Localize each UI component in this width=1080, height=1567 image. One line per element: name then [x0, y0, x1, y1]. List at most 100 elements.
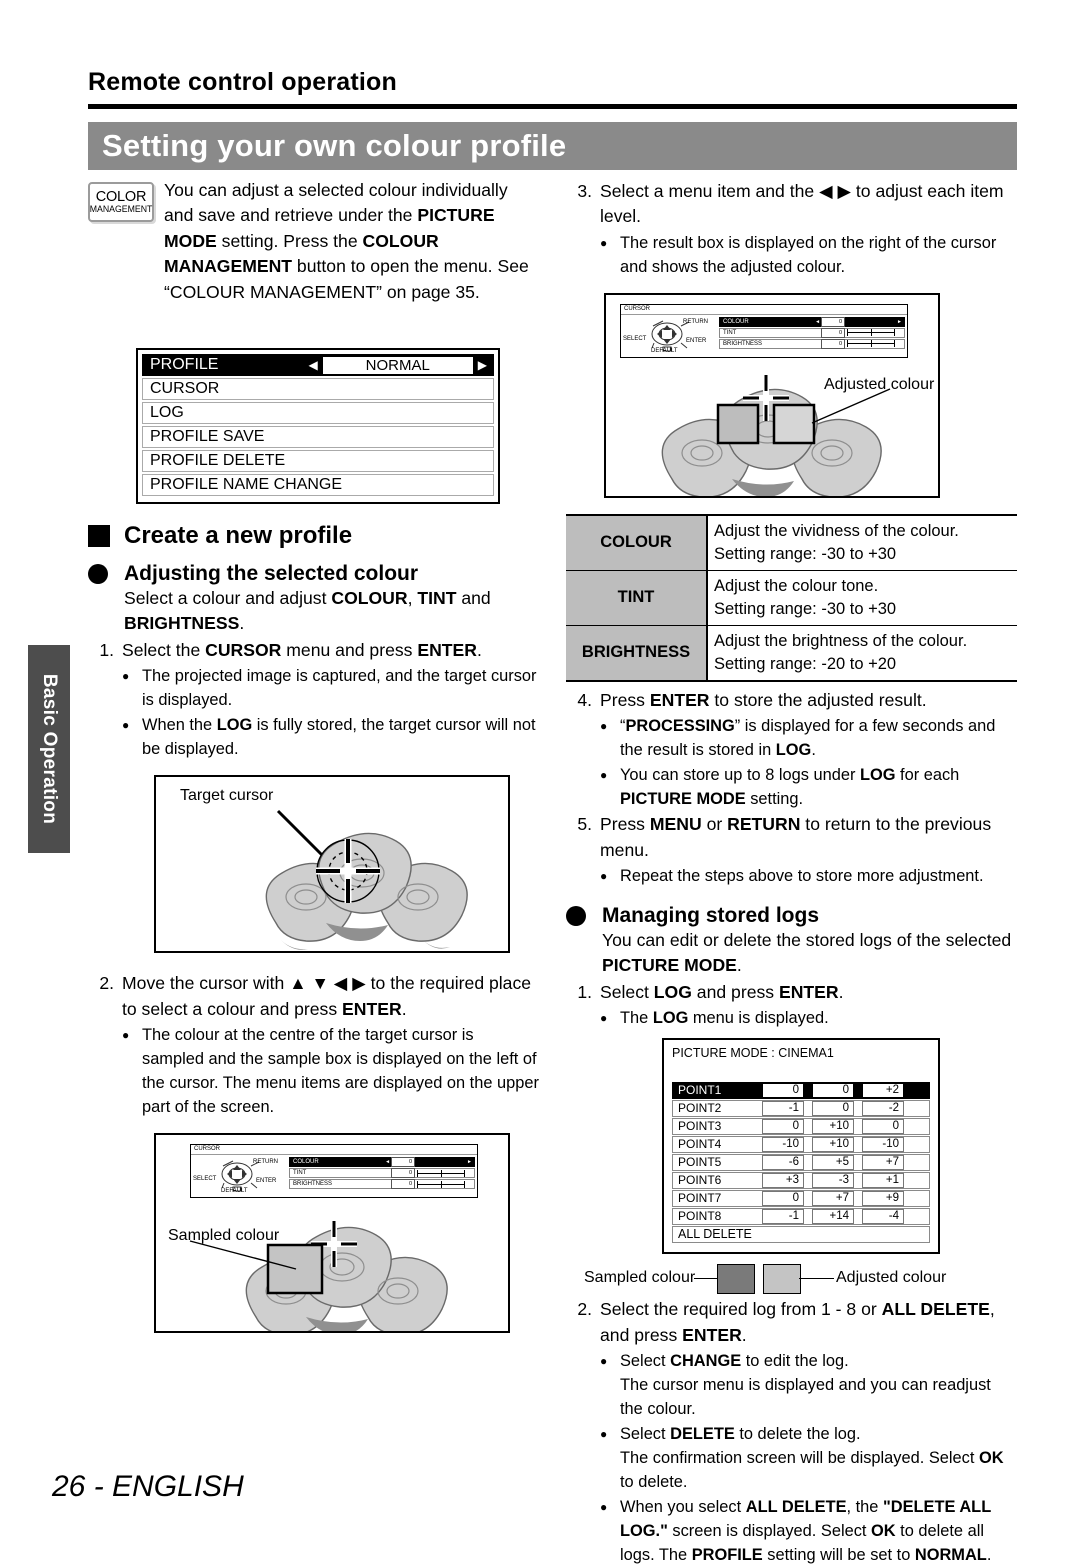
table-desc-colour-line2: Setting range: -30 to +30	[714, 544, 897, 563]
step4-a: Press	[600, 689, 650, 710]
log-row-point4[interactable]: POINT4 -10 +10 -10	[672, 1136, 930, 1154]
log-row-point8[interactable]: POINT8 -1 +14 -4	[672, 1208, 930, 1226]
osd-cursor-header: CURSOR	[191, 1145, 477, 1156]
step-3: 3. Select a menu item and the ◀ ▶ to adj…	[566, 179, 1017, 230]
step5-c: or	[701, 814, 728, 835]
left-arrow-icon[interactable]: ◀	[309, 358, 318, 372]
log-row-point1-c1: 0	[762, 1083, 804, 1099]
osd-row-colour[interactable]: COLOUR ◄ 0 ►	[289, 1157, 475, 1168]
figure-sampled-colour-caption: Sampled colour	[168, 1227, 280, 1245]
osd-row-brightness[interactable]: BRIGHTNESS 0	[289, 1179, 475, 1190]
key-icon-line1: COLOR	[95, 188, 147, 205]
left-column: COLOR MANAGEMENT You can adjust a select…	[88, 178, 539, 1334]
right-column: 3. Select a menu item and the ◀ ▶ to adj…	[566, 178, 1017, 1567]
logs-step-1-bullet-1-text: The LOG menu is displayed.	[620, 1009, 829, 1028]
left-arrow-icon[interactable]: ◄	[815, 317, 820, 327]
log-row-point7[interactable]: POINT7 0 +7 +9	[672, 1190, 930, 1208]
step-5-bullet-1: ● Repeat the steps above to store more a…	[600, 864, 1017, 888]
osd-enter-label: ENTER	[256, 1178, 277, 1185]
log-row-point4-name: POINT4	[678, 1137, 722, 1152]
step-1-bullet-2: ● When the LOG is fully stored, the targ…	[122, 713, 539, 761]
profile-value: NORMAL	[321, 355, 474, 375]
osd-row-colour[interactable]: COLOUR ◄ 0 ►	[719, 316, 905, 327]
log-osd-menu: PICTURE MODE : CINEMA1 POINT1 0 0 +2 POI…	[662, 1038, 940, 1255]
step-5: 5. Press MENU or RETURN to return to the…	[566, 812, 1017, 863]
bullet-dot-icon: ●	[122, 669, 130, 684]
right-arrow-icon[interactable]: ▶	[478, 358, 487, 372]
osd-row-tint[interactable]: TINT 0	[719, 327, 905, 338]
log-row-point2-c2: 0	[812, 1101, 854, 1117]
figure-adjusted-colour-caption: Adjusted colour	[824, 375, 935, 393]
bullet-dot-icon: ●	[600, 768, 608, 783]
logs-step-2-bullet-3-text: When you select ALL DELETE, the "DELETE …	[620, 1498, 992, 1565]
step5-a: Press	[600, 814, 650, 835]
osd-row-colour-slider[interactable]	[417, 1158, 466, 1166]
bullet-dot-icon: ●	[600, 869, 608, 884]
logs-lead-a: You can edit or delete the stored logs o…	[602, 930, 1012, 951]
step-1-bullet-1: ● The projected image is captured, and t…	[122, 664, 539, 712]
osd-row-brightness-slider[interactable]	[417, 1180, 465, 1188]
running-head: Remote control operation	[88, 68, 397, 96]
step-4-bullet-2: ● You can store up to 8 logs under LOG f…	[600, 763, 1017, 811]
osd-cursor-overlay: CURSOR SELECT RETURN ENTER DEFAULT COLOU…	[190, 1144, 478, 1199]
bullet-dot-icon: ●	[600, 1011, 608, 1026]
log-row-all-delete[interactable]: ALL DELETE	[672, 1226, 930, 1244]
bullet-dot-icon: ●	[600, 1354, 608, 1369]
osd-select-label: SELECT	[193, 1176, 217, 1183]
log-menu-title: PICTURE MODE : CINEMA1	[672, 1046, 834, 1061]
logs-step-2-sub-2: The confirmation screen will be displaye…	[620, 1449, 1004, 1492]
sampled-colour-swatch	[717, 1264, 755, 1295]
osd-row-tint-slider[interactable]	[417, 1169, 465, 1177]
logs-step-1-text: Select LOG and press ENTER.	[600, 980, 1017, 1005]
log-row-point5-c3: +7	[862, 1155, 904, 1171]
osd-row-brightness-slider[interactable]	[847, 340, 895, 348]
log-row-point5[interactable]: POINT5 -6 +5 +7	[672, 1154, 930, 1172]
step-5-text: Press MENU or RETURN to return to the pr…	[600, 812, 1017, 863]
adjusting-body: Select a colour and adjust COLOUR, TINT …	[124, 586, 539, 637]
log-row-point8-c3: -4	[862, 1209, 904, 1225]
profile-menu-item-log[interactable]: LOG	[142, 402, 494, 424]
profile-menu-item-profile-delete[interactable]: PROFILE DELETE	[142, 450, 494, 472]
log-row-point7-name: POINT7	[678, 1191, 722, 1206]
table-key-colour: COLOUR	[566, 514, 708, 571]
log-row-point1[interactable]: POINT1 0 0 +2	[672, 1082, 930, 1100]
logs-step-2-number: 2.	[577, 1299, 592, 1320]
logs-lead-bold: PICTURE MODE	[602, 955, 737, 976]
step-1-number: 1.	[99, 639, 114, 660]
osd-row-brightness[interactable]: BRIGHTNESS 0	[719, 338, 905, 349]
right-arrow-icon[interactable]: ►	[897, 317, 902, 327]
section-side-tab: Basic Operation	[28, 645, 70, 853]
page-title: Setting your own colour profile	[102, 128, 567, 163]
profile-menu-item-cursor[interactable]: CURSOR	[142, 378, 494, 400]
osd-row-tint-slider[interactable]	[847, 329, 895, 337]
osd-return-label: RETURN	[683, 318, 708, 325]
osd-row-tint-label: TINT	[293, 1170, 307, 1177]
osd-row-tint[interactable]: TINT 0	[289, 1168, 475, 1179]
log-row-point2-c3: -2	[862, 1101, 904, 1117]
log-row-point6[interactable]: POINT6 +3 -3 +1	[672, 1172, 930, 1190]
sampled-colour-illustration	[189, 1221, 448, 1332]
logs-step-1-bullet-1: ● The LOG menu is displayed.	[600, 1006, 1017, 1030]
table-desc-tint-line2: Setting range: -30 to +30	[714, 599, 897, 618]
step-1-text: Select the CURSOR menu and press ENTER.	[122, 638, 539, 663]
osd-row-colour-label: COLOUR	[723, 318, 749, 325]
logs-step1-a: Select	[600, 981, 654, 1002]
swatch-caption-row: Sampled colour Adjusted colour	[566, 1262, 1017, 1296]
logs-step-2-sub-1: The cursor menu is displayed and you can…	[620, 1376, 991, 1419]
right-arrow-icon[interactable]: ►	[467, 1157, 472, 1167]
left-arrow-icon[interactable]: ◄	[385, 1157, 390, 1167]
managing-logs-body: You can edit or delete the stored logs o…	[602, 928, 1017, 979]
profile-menu-item-profile-name-change[interactable]: PROFILE NAME CHANGE	[142, 474, 494, 496]
profile-menu-item-profile-save[interactable]: PROFILE SAVE	[142, 426, 494, 448]
logs-step-2-text: Select the required log from 1 - 8 or AL…	[600, 1297, 1017, 1348]
step-2-text: Move the cursor with ▲ ▼ ◀ ▶ to the requ…	[122, 971, 539, 1022]
logs-step2-bold-enter: ENTER	[682, 1324, 742, 1345]
log-row-point6-c3: +1	[862, 1173, 904, 1189]
log-row-point2[interactable]: POINT2 -1 0 -2	[672, 1100, 930, 1118]
profile-menu-row-selected[interactable]: PROFILE ◀ NORMAL ▶	[142, 354, 494, 376]
log-row-point3[interactable]: POINT3 0 +10 0	[672, 1118, 930, 1136]
chapter-title-bar: Setting your own colour profile	[88, 122, 1017, 170]
bullet-dot-icon: ●	[122, 718, 130, 733]
heading-adjusting-label: Adjusting the selected colour	[124, 562, 419, 585]
osd-row-colour-slider[interactable]	[847, 318, 896, 326]
